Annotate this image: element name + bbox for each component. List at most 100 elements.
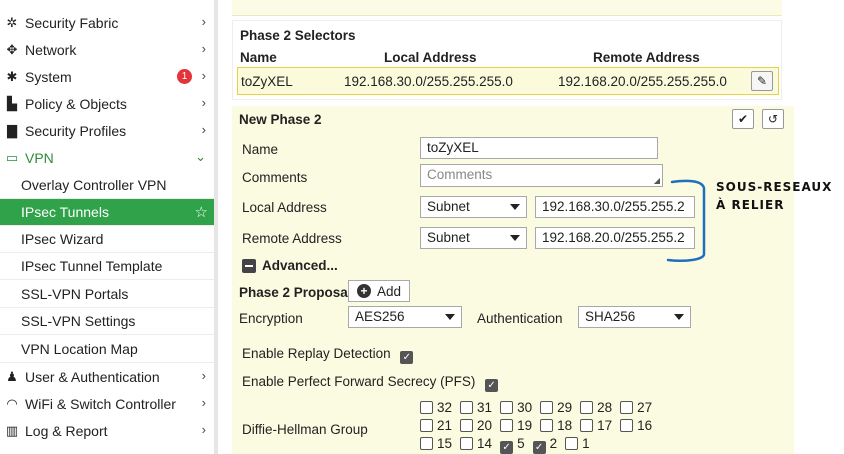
pfs-checkbox[interactable]: ✓ (485, 379, 499, 392)
sidebar-item-label: System (25, 68, 72, 85)
dh-group-checkbox[interactable] (580, 419, 594, 432)
dh-row: 32 31 30 29 28 27 (420, 400, 660, 415)
dh-group-option[interactable]: 20 (460, 418, 492, 433)
dh-group-number: 2 (549, 436, 558, 451)
dh-group-checkbox[interactable] (420, 401, 433, 414)
dh-group-checkbox[interactable] (620, 401, 634, 414)
dh-group-option[interactable]: 30 (500, 400, 532, 415)
local-address-type-select[interactable]: Subnet (420, 196, 527, 218)
dh-group-checkbox[interactable] (540, 419, 554, 432)
dh-group-option[interactable]: 31 (460, 400, 492, 415)
sidebar-item-overlay-controller-vpn[interactable]: Overlay Controller VPN (0, 172, 214, 199)
sidebar-item-label: SSL-VPN Settings (21, 313, 136, 329)
confirm-button[interactable]: ✔ (732, 109, 754, 129)
sidebar-item-network[interactable]: ✥ Network › (0, 36, 214, 63)
add-proposal-button[interactable]: + Add (348, 280, 411, 302)
dh-group-checkbox[interactable] (420, 419, 433, 432)
sidebar-item-user-authentication[interactable]: ♟ User & Authentication › (0, 363, 214, 390)
resize-handle-icon[interactable]: ◢ (654, 176, 660, 185)
chevron-right-icon: › (201, 395, 206, 410)
sidebar-item-vpn[interactable]: ▭ VPN ⌄ (0, 144, 214, 171)
authentication-select[interactable]: SHA256 (578, 306, 691, 328)
sidebar-item-system[interactable]: ✱ System 1 › (0, 63, 214, 90)
dh-group-option[interactable]: 14 (460, 436, 492, 451)
new-phase2-panel: New Phase 2 ✔ ↺ Name toZyXEL Comments Co… (232, 106, 794, 454)
dh-group-checkbox[interactable]: ✓ (532, 441, 546, 454)
dh-group-option[interactable]: 18 (540, 418, 572, 433)
dh-group-option[interactable]: 27 (620, 400, 652, 415)
caret-down-icon (445, 314, 455, 320)
dh-group-option[interactable]: 16 (620, 418, 652, 433)
notification-badge: 1 (177, 69, 192, 84)
table-row[interactable]: toZyXEL 192.168.30.0/255.255.255.0 192.1… (237, 67, 779, 95)
comments-textarea[interactable]: Comments ◢ (420, 164, 663, 187)
dh-group-option[interactable]: 15 (420, 436, 452, 451)
sidebar-item-security-profiles[interactable]: ▇ Security Profiles › (0, 117, 214, 144)
encryption-value: AES256 (355, 309, 405, 324)
sidebar-item-ipsec-tunnel-template[interactable]: IPsec Tunnel Template (0, 253, 214, 280)
sidebar-item-wifi-switch-controller[interactable]: ◠ WiFi & Switch Controller › (0, 390, 214, 417)
revert-button[interactable]: ↺ (762, 109, 784, 129)
sidebar-item-policy-objects[interactable]: ▙ Policy & Objects › (0, 90, 214, 117)
remote-address-type-select[interactable]: Subnet (420, 227, 527, 249)
sidebar-item-label: Overlay Controller VPN (21, 177, 167, 193)
dh-group-checkbox[interactable] (420, 437, 433, 450)
sidebar-item-ssl-vpn-portals[interactable]: SSL-VPN Portals (0, 281, 214, 308)
dh-group-checkbox[interactable] (460, 419, 474, 432)
advanced-toggle[interactable]: Advanced... (242, 258, 338, 273)
dh-group-option[interactable]: 28 (580, 400, 612, 415)
sidebar-item-ipsec-wizard[interactable]: IPsec Wizard (0, 226, 214, 253)
sidebar-item-vpn-location-map[interactable]: VPN Location Map (0, 336, 214, 363)
replay-detection-checkbox[interactable]: ✓ (400, 351, 414, 364)
dh-group-checkbox[interactable] (565, 437, 579, 450)
dh-group-checkbox[interactable] (620, 419, 634, 432)
plus-circle-icon: + (357, 284, 371, 298)
advanced-label: Advanced... (262, 258, 338, 273)
lock-icon: ▇ (7, 122, 17, 138)
pfs-row: Enable Perfect Forward Secrecy (PFS) ✓ (242, 374, 499, 392)
dh-group-checkbox[interactable] (460, 401, 474, 414)
remote-address-type-value: Subnet (427, 230, 470, 245)
sidebar-item-label: SSL-VPN Portals (21, 286, 129, 302)
sidebar-item-label: Security Profiles (25, 122, 127, 139)
dh-group-option[interactable]: 17 (580, 418, 612, 433)
dh-group-number: 21 (437, 418, 453, 433)
dh-group-option[interactable]: 29 (540, 400, 572, 415)
dh-group-checkbox[interactable]: ✓ (500, 441, 514, 454)
sidebar-item-ipsec-tunnels[interactable]: IPsec Tunnels ☆ (0, 199, 214, 226)
dh-group-number: 16 (637, 418, 653, 433)
dh-group-option[interactable]: ✓ 2 (532, 436, 558, 454)
remote-address-label: Remote Address (242, 231, 342, 246)
encryption-select[interactable]: AES256 (348, 306, 462, 328)
dh-group-option[interactable]: 19 (500, 418, 532, 433)
dh-group-checkbox[interactable] (500, 401, 514, 414)
sidebar-item-security-fabric[interactable]: ✲ Security Fabric › (0, 9, 214, 36)
name-input[interactable]: toZyXEL (420, 137, 658, 159)
dh-group-option[interactable]: 32 (420, 400, 452, 415)
dh-row: 21 20 19 18 17 16 (420, 418, 660, 433)
dh-group-checkbox[interactable] (500, 419, 514, 432)
dh-group-option[interactable]: 1 (565, 436, 590, 451)
column-header-remote-address: Remote Address (593, 50, 700, 65)
dh-group-option[interactable]: 21 (420, 418, 452, 433)
check-circle-icon: ✔ (737, 112, 749, 126)
caret-down-icon (510, 235, 520, 241)
dh-group-number: 20 (477, 418, 493, 433)
column-header-name: Name (240, 50, 277, 65)
dh-group-checkbox[interactable] (540, 401, 554, 414)
edit-button[interactable]: ✎ (751, 71, 773, 91)
comments-placeholder: Comments (427, 167, 493, 182)
sidebar-item-log-report[interactable]: ▥ Log & Report › (0, 417, 214, 444)
dh-group-option[interactable]: ✓ 5 (500, 436, 525, 454)
caret-down-icon (510, 204, 520, 210)
local-address-label: Local Address (242, 200, 327, 215)
chevron-down-icon: ⌄ (195, 149, 206, 164)
fabric-icon: ✲ (6, 14, 18, 30)
dh-group-checkbox[interactable] (580, 401, 594, 414)
sidebar-item-label: VPN (25, 149, 54, 166)
star-icon[interactable]: ☆ (195, 203, 208, 221)
dh-group-checkbox[interactable] (460, 437, 474, 450)
phase2-selectors-panel: Phase 2 Selectors Name Local Address Rem… (232, 20, 782, 100)
sidebar-item-ssl-vpn-settings[interactable]: SSL-VPN Settings (0, 308, 214, 335)
gear-icon: ✱ (6, 68, 18, 84)
